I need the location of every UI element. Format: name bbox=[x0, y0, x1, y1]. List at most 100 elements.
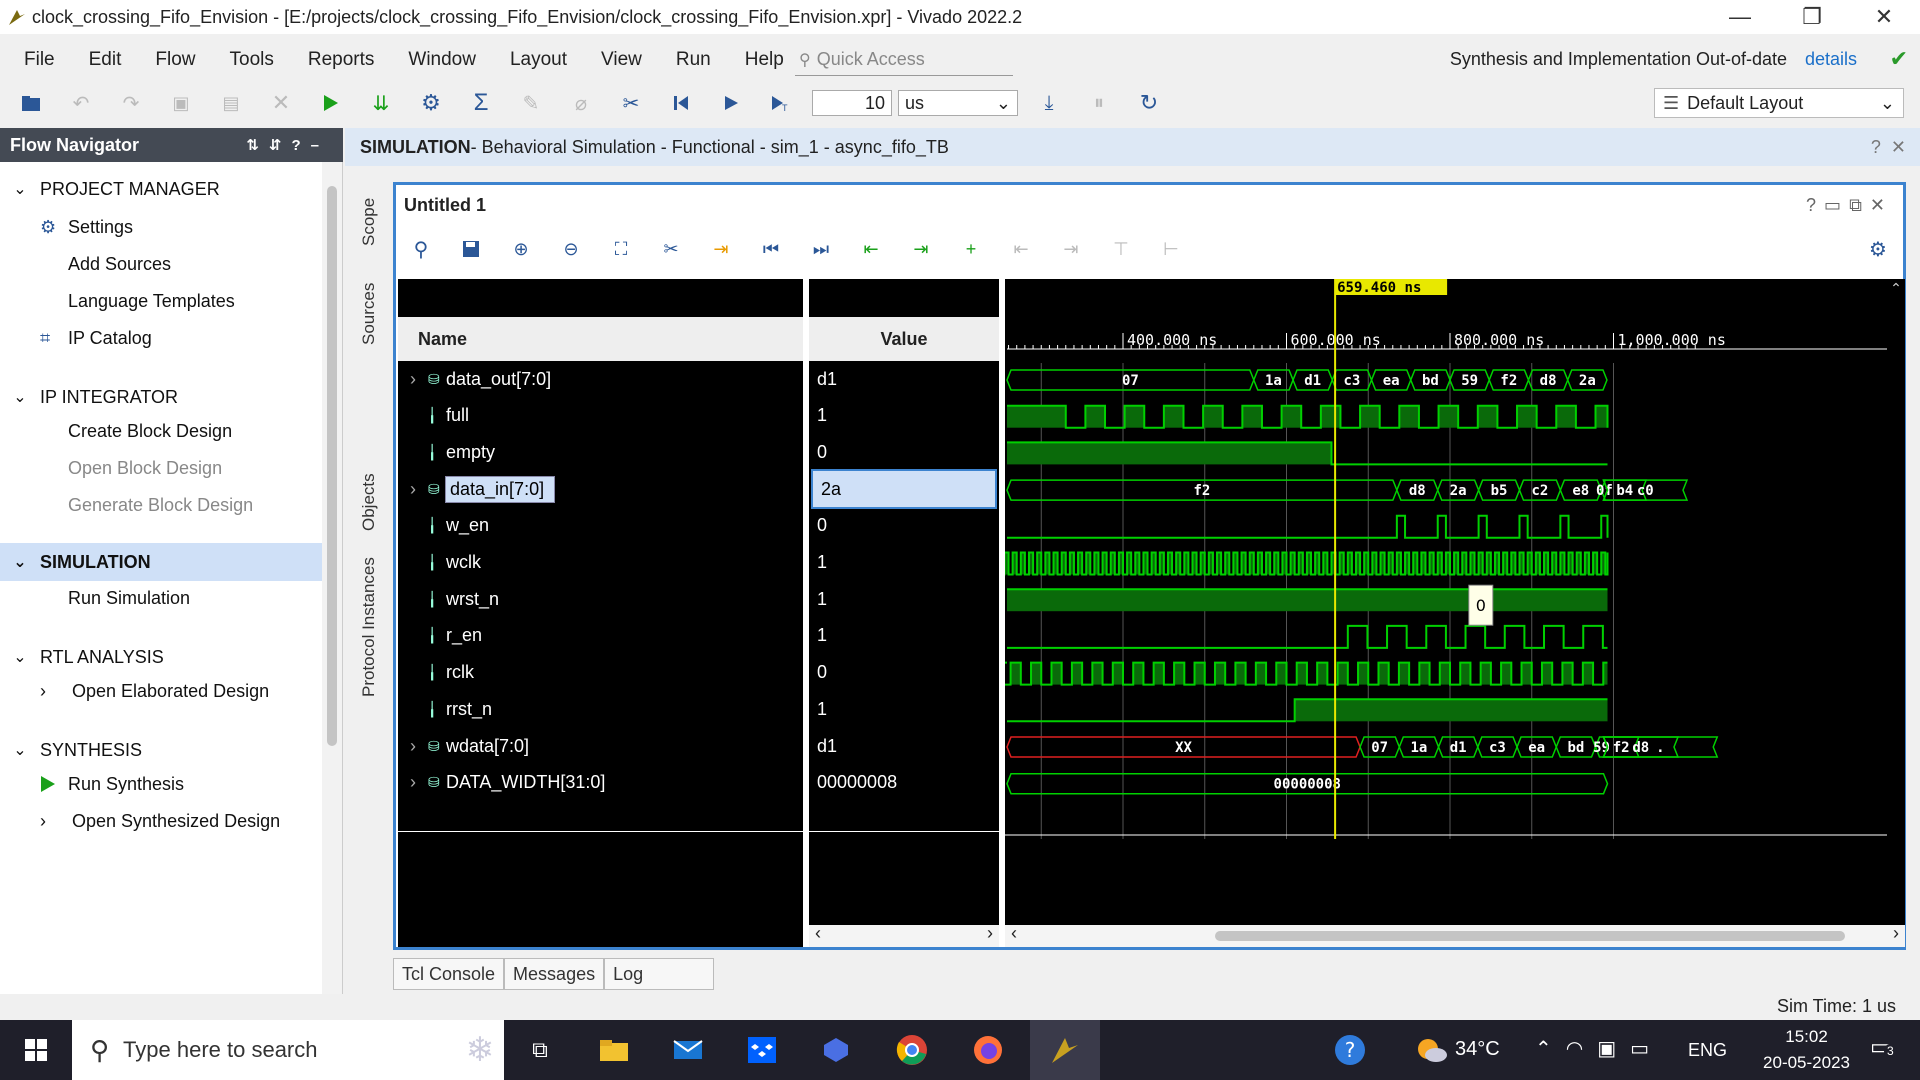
tab-sources[interactable]: Sources bbox=[354, 272, 384, 356]
prev-transition-icon[interactable]: ⇤ bbox=[846, 229, 896, 269]
signal-row[interactable]: › ⛁ DATA_WIDTH[31:0] bbox=[398, 765, 803, 801]
notification-icon[interactable]: ▭ 3 bbox=[1870, 1034, 1906, 1068]
sigma-icon[interactable]: Σ bbox=[462, 84, 500, 122]
vivado-taskbar-icon[interactable] bbox=[1030, 1020, 1100, 1080]
restore-button[interactable]: ❐ bbox=[1776, 0, 1848, 34]
cut-icon[interactable]: ✂ bbox=[612, 84, 650, 122]
wave-hscrollbar[interactable]: ‹ › bbox=[1005, 923, 1905, 947]
dropbox-icon[interactable] bbox=[742, 1032, 782, 1068]
window-controls-icon[interactable]: ?▭⧉✕ bbox=[1806, 195, 1893, 216]
signal-row[interactable]: ╽ rrst_n bbox=[398, 691, 803, 727]
search-icon[interactable]: ⚲ bbox=[396, 229, 446, 269]
goto-cursor-icon[interactable]: ⇥ bbox=[696, 229, 746, 269]
menu-layout[interactable]: Layout bbox=[510, 49, 567, 71]
signal-row[interactable]: ╽ full bbox=[398, 398, 803, 434]
redo-icon[interactable]: ↷ bbox=[112, 84, 150, 122]
taskbar-search-input[interactable]: ⚲ Type here to search ❄ bbox=[72, 1020, 504, 1080]
expand-chevron-icon[interactable]: › bbox=[398, 736, 428, 757]
build-icon[interactable]: ✎ bbox=[512, 84, 550, 122]
delete-icon[interactable]: ✕ bbox=[262, 84, 300, 122]
nav-settings[interactable]: ⚙ Settings bbox=[0, 208, 322, 246]
run-all-icon[interactable] bbox=[712, 84, 750, 122]
prev-marker-icon[interactable]: ⇤ bbox=[996, 229, 1046, 269]
swap-cursors-icon[interactable]: ⊤ bbox=[1096, 229, 1146, 269]
expand-chevron-icon[interactable]: › bbox=[398, 772, 428, 793]
wave-settings-icon[interactable]: ⚙ bbox=[1853, 229, 1903, 269]
tab-objects[interactable]: Objects bbox=[354, 460, 384, 544]
expand-chevron-icon[interactable]: › bbox=[398, 369, 428, 390]
menu-run[interactable]: Run bbox=[676, 49, 711, 71]
signal-row[interactable]: ╽ wrst_n bbox=[398, 581, 803, 617]
firefox-icon[interactable] bbox=[968, 1032, 1008, 1068]
clock[interactable]: 15:02 20-05-2023 bbox=[1763, 1024, 1850, 1076]
minimize-button[interactable]: — bbox=[1704, 0, 1776, 34]
section-rtl-analysis[interactable]: ⌄ RTL ANALYSIS bbox=[0, 638, 322, 676]
values-hscrollbar[interactable]: ‹ › bbox=[809, 923, 999, 947]
time-input[interactable]: 10 bbox=[812, 90, 892, 116]
menu-view[interactable]: View bbox=[601, 49, 642, 71]
menu-tools[interactable]: Tools bbox=[230, 49, 274, 71]
settings-icon[interactable]: ⚙ bbox=[412, 84, 450, 122]
run-icon[interactable] bbox=[312, 84, 350, 122]
section-project-manager[interactable]: ⌄ PROJECT MANAGER bbox=[0, 170, 322, 208]
section-ip-integrator[interactable]: ⌄ IP INTEGRATOR bbox=[0, 378, 322, 416]
nav-open-block-design[interactable]: Open Block Design bbox=[0, 449, 322, 487]
tab-tcl-console[interactable]: Tcl Console bbox=[393, 958, 505, 990]
save-icon[interactable] bbox=[446, 229, 496, 269]
menu-file[interactable]: File bbox=[24, 49, 55, 71]
refresh-icon[interactable]: ↻ bbox=[1130, 84, 1168, 122]
run-for-icon[interactable]: T bbox=[762, 84, 800, 122]
nav-open-synthesized-design[interactable]: › Open Synthesized Design bbox=[0, 802, 322, 840]
task-view-icon[interactable]: ⧉ bbox=[520, 1032, 560, 1068]
tray-icons[interactable]: ⌃◠▣▭ bbox=[1535, 1036, 1663, 1061]
nav-language-templates[interactable]: Language Templates bbox=[0, 282, 322, 320]
signal-row[interactable]: ╽ empty bbox=[398, 434, 803, 470]
menu-edit[interactable]: Edit bbox=[89, 49, 122, 71]
next-transition-icon[interactable]: ⇥ bbox=[896, 229, 946, 269]
signal-row[interactable]: ╽ wclk bbox=[398, 545, 803, 581]
panel-controls-icon[interactable]: ⇅⇵?– bbox=[246, 136, 329, 154]
mail-icon[interactable] bbox=[668, 1032, 708, 1068]
tab-protocol-instances[interactable]: Protocol Instances bbox=[354, 552, 384, 702]
restart-icon[interactable] bbox=[662, 84, 700, 122]
tab-scope[interactable]: Scope bbox=[354, 180, 384, 264]
menu-reports[interactable]: Reports bbox=[308, 49, 375, 71]
menu-window[interactable]: Window bbox=[408, 49, 476, 71]
language-indicator[interactable]: ENG bbox=[1688, 1040, 1727, 1061]
add-marker-icon[interactable]: + bbox=[946, 229, 996, 269]
cursor-center-icon[interactable]: ✂ bbox=[646, 229, 696, 269]
zoom-fit-icon[interactable]: ⛶ bbox=[596, 229, 646, 269]
relaunch-icon[interactable]: ⤓ bbox=[1030, 84, 1068, 122]
tab-log[interactable]: Log bbox=[604, 958, 715, 990]
signal-row[interactable]: ╽ rclk bbox=[398, 655, 803, 691]
expand-chevron-icon[interactable]: › bbox=[398, 479, 428, 500]
nav-scrollbar[interactable] bbox=[322, 162, 342, 994]
close-window-button[interactable]: ✕ bbox=[1848, 0, 1920, 34]
menu-help[interactable]: Help bbox=[745, 49, 784, 71]
tab-messages[interactable]: Messages bbox=[504, 958, 605, 990]
value-column-header[interactable]: Value bbox=[809, 317, 999, 361]
pause-icon[interactable]: ⏸ bbox=[1080, 84, 1118, 122]
windows-start-icon[interactable] bbox=[0, 1038, 72, 1062]
signal-row[interactable]: › ⛁ data_in[7:0] bbox=[398, 471, 803, 507]
help-icon[interactable]: ? bbox=[1330, 1032, 1370, 1068]
goto-end-icon[interactable]: ⏭ bbox=[796, 229, 846, 269]
nav-generate-block-design[interactable]: Generate Block Design bbox=[0, 486, 322, 524]
quick-access-input[interactable]: ⚲ Quick Access bbox=[795, 44, 1013, 76]
undo-icon[interactable]: ↶ bbox=[62, 84, 100, 122]
layout-select[interactable]: ☰ Default Layout ⌄ bbox=[1654, 88, 1904, 118]
nav-run-simulation[interactable]: Run Simulation bbox=[0, 579, 322, 617]
debug-icon[interactable]: ⌀ bbox=[562, 84, 600, 122]
goto-start-icon[interactable]: ⏮ bbox=[746, 229, 796, 269]
next-marker-icon[interactable]: ⇥ bbox=[1046, 229, 1096, 269]
signal-row[interactable]: › ⛁ wdata[7:0] bbox=[398, 728, 803, 764]
section-synthesis[interactable]: ⌄ SYNTHESIS bbox=[0, 731, 322, 769]
zoom-out-icon[interactable]: ⊖ bbox=[546, 229, 596, 269]
snap-icon[interactable]: ⊢ bbox=[1146, 229, 1196, 269]
file-explorer-icon[interactable] bbox=[594, 1032, 634, 1068]
paste-icon[interactable]: ▤ bbox=[212, 84, 250, 122]
name-column-header[interactable]: Name bbox=[398, 317, 803, 361]
nav-run-synthesis[interactable]: Run Synthesis bbox=[0, 765, 322, 803]
section-simulation[interactable]: ⌄ SIMULATION bbox=[0, 543, 322, 581]
signal-row[interactable]: › ⛁ data_out[7:0] bbox=[398, 361, 803, 397]
